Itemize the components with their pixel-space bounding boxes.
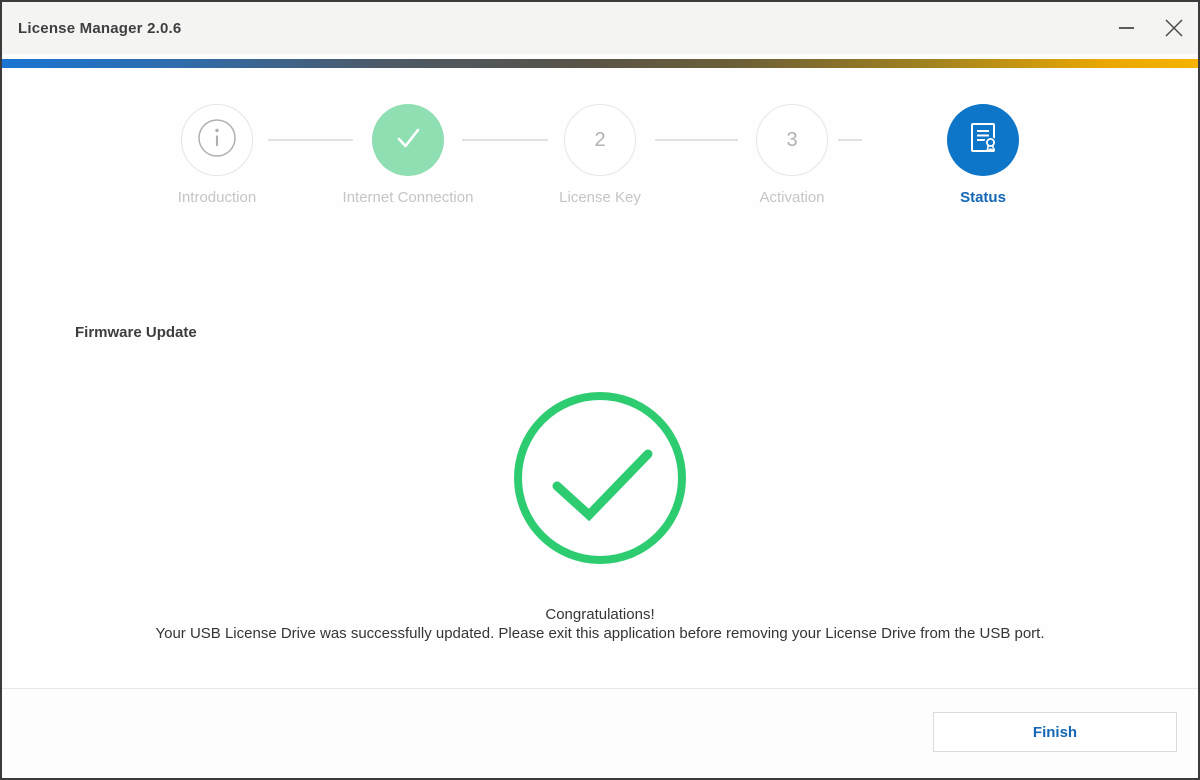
step-license-key: 2 License Key xyxy=(500,104,700,206)
step-number: 3 xyxy=(786,129,797,152)
step-circle xyxy=(372,104,444,176)
certificate-icon xyxy=(964,119,1002,162)
step-internet-connection: Internet Connection xyxy=(308,104,508,206)
check-icon xyxy=(391,121,425,160)
step-label: Introduction xyxy=(117,189,317,206)
minimize-button[interactable] xyxy=(1102,2,1150,54)
step-label: License Key xyxy=(500,189,700,206)
step-number: 2 xyxy=(594,129,605,152)
step-label: Status xyxy=(883,189,1083,206)
main-content: Introduction Internet Connection 2 Licen… xyxy=(2,68,1198,688)
step-circle xyxy=(181,104,253,176)
step-status: Status xyxy=(883,104,1083,206)
info-icon xyxy=(196,117,238,164)
step-activation: 3 Activation xyxy=(692,104,892,206)
success-check-icon xyxy=(510,388,690,573)
step-circle xyxy=(947,104,1019,176)
minimize-icon xyxy=(1119,26,1134,30)
footer: Finish xyxy=(2,688,1198,778)
step-label: Internet Connection xyxy=(308,189,508,206)
step-circle: 3 xyxy=(756,104,828,176)
success-message: Your USB License Drive was successfully … xyxy=(2,625,1198,642)
close-icon xyxy=(1165,19,1183,37)
step-introduction: Introduction xyxy=(117,104,317,206)
success-headline: Congratulations! xyxy=(2,606,1198,623)
titlebar[interactable]: License Manager 2.0.6 xyxy=(2,2,1198,54)
section-title: Firmware Update xyxy=(75,324,197,341)
finish-button[interactable]: Finish xyxy=(933,712,1177,752)
brand-gradient-bar xyxy=(2,59,1198,68)
window-title: License Manager 2.0.6 xyxy=(2,20,181,37)
close-button[interactable] xyxy=(1150,2,1198,54)
license-manager-window: License Manager 2.0.6 xyxy=(0,0,1200,780)
step-label: Activation xyxy=(692,189,892,206)
step-circle: 2 xyxy=(564,104,636,176)
